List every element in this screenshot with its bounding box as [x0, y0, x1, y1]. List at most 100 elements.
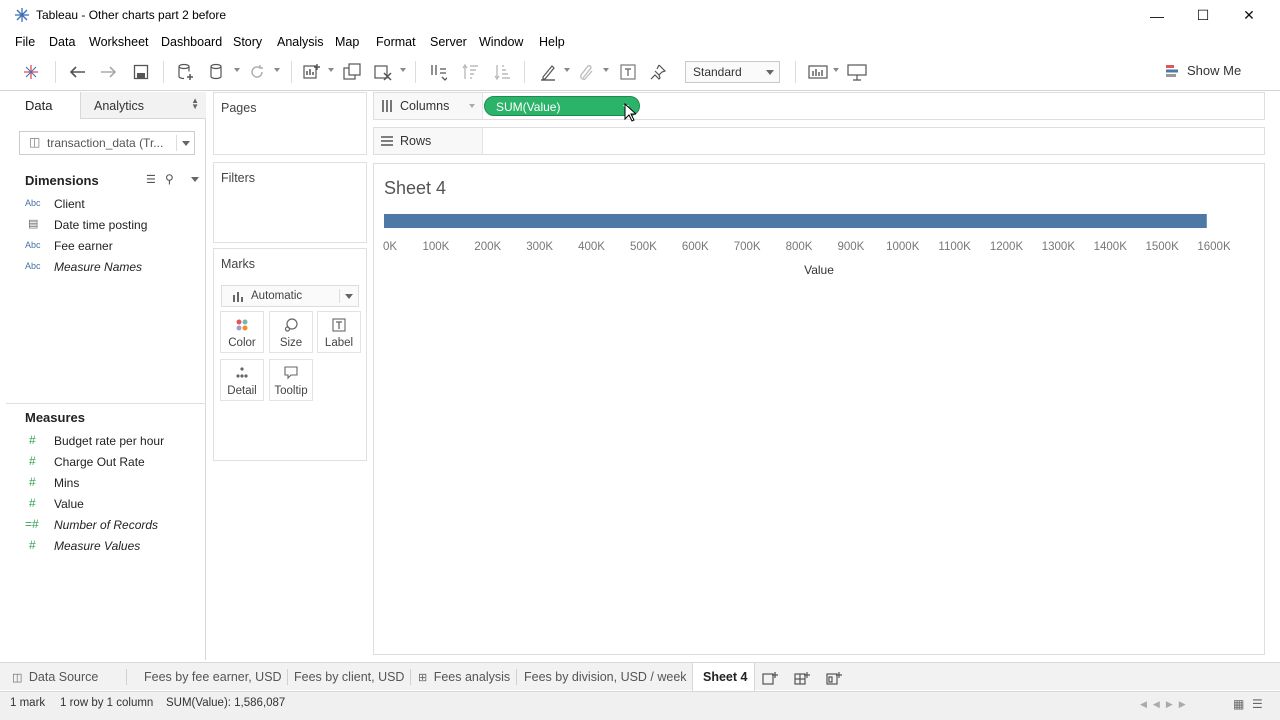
sheet-navigation-arrows[interactable]: ◀◀▶▶ [1140, 699, 1192, 710]
tab-divider [287, 669, 288, 685]
chevron-down-icon[interactable] [191, 177, 199, 182]
rows-shelf[interactable]: Rows [373, 127, 1265, 155]
presentation-mode-icon[interactable] [847, 62, 867, 82]
fit-select[interactable]: Standard [685, 61, 780, 83]
tab-divider [410, 669, 411, 685]
chevron-down-icon[interactable] [469, 104, 475, 108]
show-cards-icon[interactable] [808, 62, 828, 82]
menu-story[interactable]: Story [233, 35, 262, 49]
tab-fees-analysis[interactable]: ⊞ Fees analysis [418, 663, 510, 691]
tab-analytics[interactable]: Analytics ▲ ▼ [80, 92, 206, 119]
chevron-down-icon[interactable] [564, 68, 570, 72]
refresh-icon[interactable] [247, 62, 267, 82]
new-data-source-icon[interactable] [176, 62, 196, 82]
field-charge-out-rate[interactable]: # Charge Out Rate [25, 454, 205, 471]
sort-ascending-icon[interactable] [461, 62, 481, 82]
x-tick-label: 0K [383, 241, 397, 253]
menu-dashboard[interactable]: Dashboard [161, 35, 222, 49]
datasource-select[interactable]: ◫ transaction_data (Tr... [19, 131, 195, 155]
chevron-down-icon[interactable] [274, 68, 280, 72]
tab-fees-by-fee-earner[interactable]: Fees by fee earner, USD [144, 663, 282, 691]
tooltip-button[interactable]: Tooltip [269, 359, 313, 401]
minimize-button[interactable]: — [1134, 0, 1180, 31]
chevron-down-icon [345, 294, 353, 299]
chevron-down-icon[interactable] [400, 68, 406, 72]
sum-value-pill[interactable]: SUM(Value) [484, 96, 640, 116]
maximize-button[interactable]: ☐ [1180, 0, 1226, 31]
new-worksheet-icon[interactable] [302, 62, 322, 82]
tab-fees-by-client[interactable]: Fees by client, USD [294, 663, 404, 691]
menu-analysis[interactable]: Analysis [277, 35, 324, 49]
group-members-icon[interactable] [576, 62, 596, 82]
new-worksheet-tab-icon[interactable] [762, 664, 778, 692]
field-number-of-records[interactable]: =# Number of Records [25, 517, 205, 534]
menu-data[interactable]: Data [49, 35, 75, 49]
redo-icon[interactable] [99, 62, 119, 82]
toolbar: Standard Show Me [0, 53, 1280, 91]
sort-descending-icon[interactable] [493, 62, 513, 82]
field-measure-values[interactable]: # Measure Values [25, 538, 205, 555]
menu-worksheet[interactable]: Worksheet [89, 35, 149, 49]
menu-help[interactable]: Help [539, 35, 565, 49]
pause-updates-icon[interactable] [207, 62, 227, 82]
field-label: Measure Names [54, 260, 143, 274]
label-label: Label [324, 337, 354, 349]
list-view-icon[interactable]: ☰ [1252, 697, 1263, 711]
undo-icon[interactable] [67, 62, 87, 82]
duplicate-sheet-icon[interactable] [342, 62, 362, 82]
field-measure-names[interactable]: Abc Measure Names [25, 260, 205, 276]
filters-shelf[interactable]: Filters [213, 162, 367, 243]
menu-file[interactable]: File [15, 35, 35, 49]
show-me-button[interactable]: Show Me [1166, 63, 1241, 78]
toolbar-divider [795, 61, 796, 83]
tab-fees-by-division[interactable]: Fees by division, USD / week [524, 663, 687, 691]
bar-mark[interactable] [384, 214, 1207, 228]
size-button[interactable]: Size [269, 311, 313, 353]
close-button[interactable]: ✕ [1226, 0, 1272, 31]
new-story-tab-icon[interactable] [826, 664, 842, 692]
show-mark-labels-icon[interactable] [618, 62, 638, 82]
sheet-title: Sheet 4 [384, 178, 447, 198]
menu-server[interactable]: Server [430, 35, 467, 49]
x-tick-label: 100K [422, 241, 449, 253]
field-mins[interactable]: # Mins [25, 475, 205, 492]
clear-sheet-icon[interactable] [373, 62, 393, 82]
view-list-icon[interactable]: ☰ [146, 173, 156, 186]
mark-type-select[interactable]: Automatic [221, 285, 359, 307]
marks-card: Marks Automatic Color Size Label Detail … [213, 248, 367, 461]
search-icon[interactable]: ⚲ [165, 172, 174, 186]
tab-data[interactable]: Data [6, 92, 80, 119]
x-tick-label: 1200K [990, 241, 1024, 253]
pin-axes-icon[interactable] [648, 62, 668, 82]
label-button[interactable]: Label [317, 311, 361, 353]
field-value[interactable]: # Value [25, 496, 205, 513]
toolbar-divider [415, 61, 416, 83]
chevron-down-icon[interactable] [234, 68, 240, 72]
menu-format[interactable]: Format [376, 35, 416, 49]
x-axis-title[interactable]: Value [804, 263, 834, 277]
tableau-icon[interactable] [21, 62, 41, 82]
menu-map[interactable]: Map [335, 35, 359, 49]
save-icon[interactable] [131, 62, 151, 82]
show-me-label: Show Me [1187, 63, 1242, 78]
field-budget-rate-per-hour[interactable]: # Budget rate per hour [25, 433, 205, 450]
grid-view-icon[interactable]: ▦ [1233, 697, 1244, 711]
status-dimensions: 1 row by 1 column [60, 697, 154, 709]
chevron-down-icon[interactable] [328, 68, 334, 72]
field-fee-earner[interactable]: Abc Fee earner [25, 239, 205, 255]
field-client[interactable]: Abc Client [25, 197, 205, 213]
menu-window[interactable]: Window [479, 35, 523, 49]
chevron-down-icon[interactable] [833, 68, 839, 72]
chevron-down-icon[interactable] [603, 68, 609, 72]
color-button[interactable]: Color [220, 311, 264, 353]
detail-button[interactable]: Detail [220, 359, 264, 401]
swap-rows-columns-icon[interactable] [428, 62, 448, 82]
tab-data-source[interactable]: ◫ Data Source [12, 663, 98, 691]
highlight-icon[interactable] [538, 62, 558, 82]
tab-sheet-4[interactable]: Sheet 4 [692, 663, 755, 691]
x-tick-label: 800K [786, 241, 813, 253]
field-date-time-posting[interactable]: ▤ Date time posting [25, 218, 205, 234]
pages-shelf[interactable]: Pages [213, 92, 367, 155]
field-label: Charge Out Rate [54, 455, 145, 469]
new-dashboard-tab-icon[interactable] [794, 664, 810, 692]
